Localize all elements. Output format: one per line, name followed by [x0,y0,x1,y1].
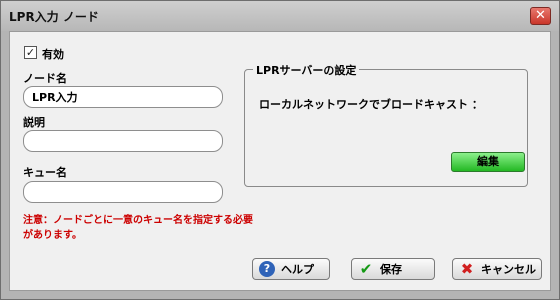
queue-name-label: キュー名 [23,166,67,179]
save-button-label: 保存 [380,263,402,276]
dialog-content: ✓ 有効 ノード名 説明 キュー名 注意：ノードごとに一意のキュー名を指定する必… [9,31,551,291]
lpr-server-settings-group: LPRサーバーの設定 ローカルネットワークでブロードキャスト ： 編集 [244,62,528,187]
lpr-input-node-dialog: LPR入力 ノード ✕ ✓ 有効 ノード名 説明 キュー名 注意：ノードごとに一… [0,0,560,300]
edit-button[interactable]: 編集 [451,152,525,172]
close-icon: ✕ [535,8,546,23]
unique-queue-name-note: 注意：ノードごとに一意のキュー名を指定する必要があります。 [23,215,253,241]
window-title: LPR入力 ノード [9,10,99,24]
cancel-button-label: キャンセル [481,263,536,276]
broadcast-label: ローカルネットワークでブロードキャスト ： [259,98,483,111]
node-name-label: ノード名 [23,72,67,85]
enabled-checkbox[interactable]: ✓ [24,46,37,59]
cancel-x-icon: ✖ [460,260,474,278]
checkmark-icon: ✔ [359,260,373,278]
description-input[interactable] [23,130,223,152]
help-button[interactable]: ? ヘルプ [252,258,330,280]
checkmark-icon: ✓ [25,46,36,59]
title-bar[interactable]: LPR入力 ノード ✕ [1,1,559,31]
lpr-server-settings-title: LPRサーバーの設定 [253,62,360,78]
cancel-button[interactable]: ✖ キャンセル [452,258,542,280]
save-button[interactable]: ✔ 保存 [351,258,435,280]
enabled-label: 有効 [42,48,64,61]
help-icon: ? [259,261,275,277]
help-button-label: ヘルプ [281,263,314,276]
node-name-input[interactable] [23,86,223,108]
queue-name-input[interactable] [23,181,223,203]
close-button[interactable]: ✕ [530,7,551,25]
description-label: 説明 [23,116,45,129]
